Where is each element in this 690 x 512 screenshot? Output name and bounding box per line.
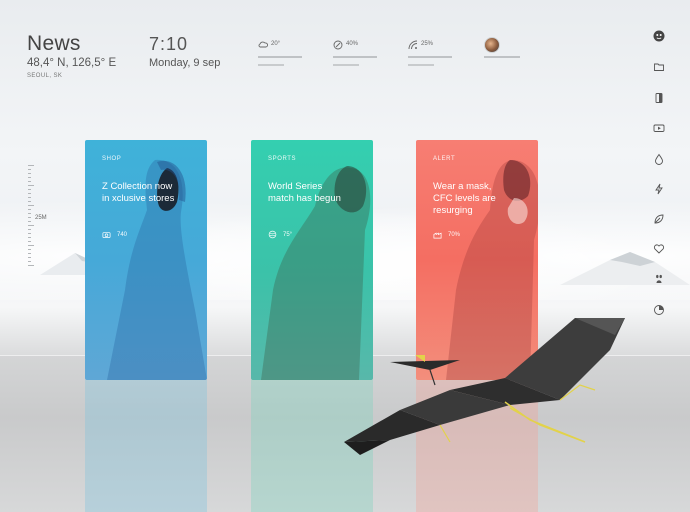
ruler-tick (28, 201, 31, 202)
ruler-tick (28, 237, 31, 238)
ruler-tick (28, 177, 31, 178)
ruler-tick (28, 217, 31, 218)
card-headline: Wear a mask, CFC levels are resurging (433, 181, 496, 216)
ruler-tick (28, 173, 31, 174)
ruler-tick (28, 209, 31, 210)
cloud-icon (258, 41, 268, 48)
ruler-tick (28, 213, 31, 214)
lounge-chair-image (344, 318, 625, 455)
card-headline: World Series match has begun (268, 181, 341, 204)
card-shop[interactable]: SHOP Z Collection now in xclusive stores… (85, 140, 207, 380)
signal-icon (408, 40, 418, 50)
ruler-tick (28, 181, 31, 182)
altitude-label: 25M (35, 215, 47, 221)
heart-icon[interactable] (653, 243, 665, 255)
ruler-tick (28, 205, 34, 206)
percent-icon (333, 40, 343, 50)
video-icon[interactable] (653, 122, 665, 134)
stat-signal[interactable]: 25% (408, 40, 454, 70)
stat-bar (258, 64, 284, 66)
ruler-tick (28, 261, 31, 262)
ruler-tick (28, 169, 31, 170)
ruler-tick (28, 193, 31, 194)
coordinates-text: 48,4° N, 126,5° E (27, 57, 117, 69)
pie-chart-icon[interactable] (653, 304, 665, 316)
avatar[interactable] (484, 37, 500, 53)
document-icon[interactable] (653, 92, 665, 104)
card-meta: 75° (268, 230, 292, 239)
card-meta-value: 70% (448, 231, 461, 238)
stat-value: 20° (271, 41, 281, 47)
avatar-bar (484, 56, 520, 58)
ruler-tick (28, 189, 31, 190)
stat-temperature[interactable]: 20° (258, 40, 304, 70)
ruler-tick (28, 225, 34, 226)
hooded-figure-image (107, 159, 207, 380)
ruler-tick (28, 245, 34, 246)
ruler-tick (28, 257, 31, 258)
stat-humidity[interactable]: 40% (333, 40, 379, 70)
user-face-icon[interactable] (653, 30, 665, 42)
camera-icon (102, 232, 111, 239)
card-category: SPORTS (268, 156, 297, 162)
stat-bar (333, 64, 359, 66)
bolt-icon[interactable] (653, 183, 665, 195)
date-text: Monday, 9 sep (149, 57, 221, 69)
stat-bar (408, 56, 452, 58)
ruler-tick (28, 221, 31, 222)
stat-bar (408, 64, 434, 66)
ruler-tick (28, 229, 31, 230)
page-title: News (27, 32, 81, 55)
ruler-tick (28, 197, 31, 198)
ruler-tick (28, 241, 31, 242)
card-category: ALERT (433, 156, 456, 162)
clock-time: 7:10 (149, 34, 189, 54)
card-category: SHOP (102, 156, 122, 162)
ruler-tick (28, 165, 34, 166)
card-meta: 70% (433, 230, 460, 239)
stat-bar (333, 56, 377, 58)
folder-icon[interactable] (653, 61, 665, 73)
ruler-tick (28, 185, 34, 186)
ruler-tick (28, 265, 34, 266)
ruler-tick (28, 249, 31, 250)
card-headline: Z Collection now in xclusive stores (102, 181, 175, 204)
stat-value: 25% (421, 41, 434, 47)
factory-icon (433, 232, 442, 239)
stat-bar (258, 56, 302, 58)
ruler-tick (28, 253, 31, 254)
leaf-icon[interactable] (653, 213, 665, 225)
drop-icon[interactable] (653, 153, 665, 165)
ball-icon (268, 230, 277, 239)
paw-icon[interactable] (653, 273, 665, 285)
city-label: SEOUL, SK (27, 73, 63, 79)
card-meta-value: 75° (283, 231, 293, 238)
card-meta: 740 (102, 230, 127, 239)
card-shop-reflection (85, 380, 207, 512)
stat-value: 40% (346, 41, 359, 47)
ruler-tick (28, 233, 31, 234)
mountain-right (560, 252, 690, 285)
card-meta-value: 740 (117, 231, 128, 238)
